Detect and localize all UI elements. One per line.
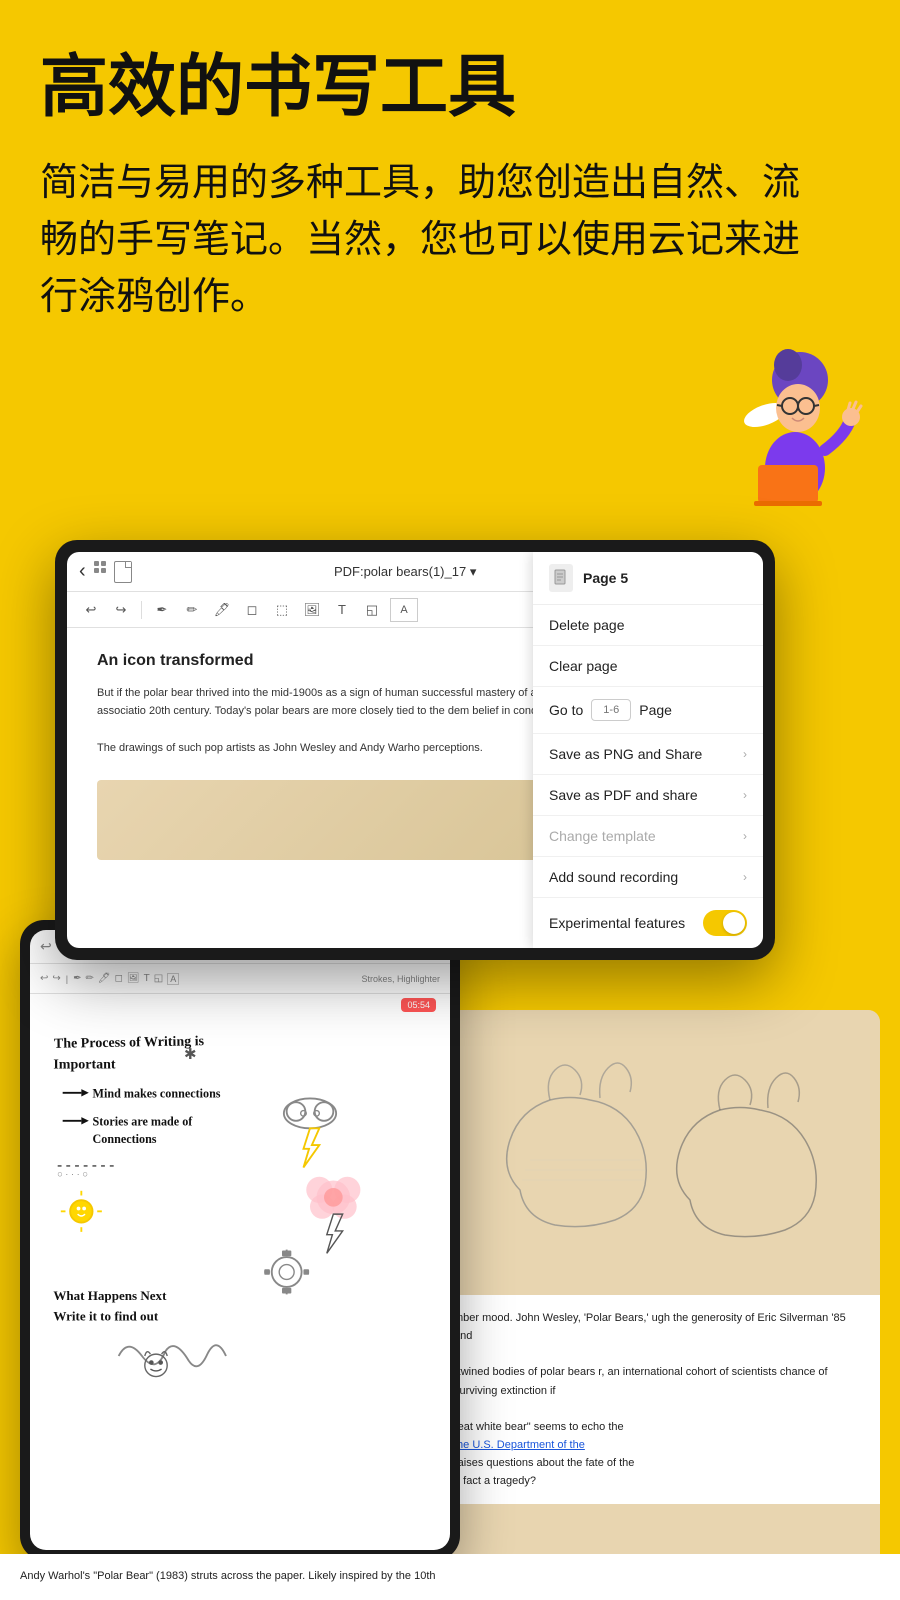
goto-container: Go to Page: [549, 699, 672, 721]
svg-text:Stories are made of: Stories are made of: [93, 1114, 194, 1128]
handwriting-area: The Process of Writing is Important Mind…: [30, 994, 450, 1550]
context-menu: Page 5 Delete page Clear page Go to Page…: [533, 552, 763, 948]
bear-content-area: mber mood. John Wesley, 'Polar Bears,' u…: [440, 1010, 880, 1570]
hero-title: 高效的书写工具: [40, 50, 860, 125]
save-pdf-item[interactable]: Save as PDF and share ›: [533, 775, 763, 816]
chevron-right-icon: ›: [743, 747, 747, 761]
bear-text-content: mber mood. John Wesley, 'Polar Bears,' u…: [440, 1295, 880, 1504]
change-template-label: Change template: [549, 828, 656, 844]
chevron-right-icon3: ›: [743, 829, 747, 843]
small-image[interactable]: 🖼: [127, 973, 140, 984]
svg-text:The Process of Writing is: The Process of Writing is: [54, 1034, 205, 1052]
chevron-right-icon2: ›: [743, 788, 747, 802]
undo-button[interactable]: ↩: [79, 598, 103, 622]
small-drawing-toolbar: ↩ ↪ | ✒ ✏ 🖊 ◻ 🖼 T ◱ A Strokes, Highlight…: [30, 964, 450, 994]
goto-input[interactable]: [591, 699, 631, 721]
goto-label: Go to: [549, 702, 583, 718]
hero-section: 高效的书写工具 简洁与易用的多种工具，助您创造出自然、流畅的手写笔记。当然，您也…: [0, 0, 900, 346]
eraser-button[interactable]: ◻: [240, 598, 264, 622]
svg-text:Mind makes connections: Mind makes connections: [93, 1086, 221, 1100]
small-redo2[interactable]: ↪: [52, 973, 60, 984]
timer-badge: 05:54: [401, 998, 436, 1012]
image-button[interactable]: 🖼: [300, 598, 324, 622]
footer-strip: Andy Warhol's "Polar Bear" (1983) struts…: [0, 1554, 900, 1600]
bear-text1: mber mood. John Wesley, 'Polar Bears,' u…: [454, 1309, 866, 1345]
small-font[interactable]: A: [167, 973, 179, 985]
svg-text:○ · · · ○: ○ · · · ○: [57, 1169, 88, 1179]
tablet-small: ↩ ↪ Document 03-26_6 ▾ ✏️ ⋮ ↩ ↪ | ✒ ✏ 🖊 …: [20, 920, 460, 1560]
character-illustration: [670, 320, 870, 520]
svg-text:What Happens Next: What Happens Next: [53, 1288, 167, 1303]
clear-page-label: Clear page: [549, 658, 618, 674]
svg-text:Connections: Connections: [93, 1132, 157, 1146]
small-shape[interactable]: ◱: [154, 973, 163, 984]
small-textbox[interactable]: T: [144, 973, 150, 984]
save-png-item[interactable]: Save as PNG and Share ›: [533, 734, 763, 775]
svg-text:Write it to find out: Write it to find out: [53, 1309, 159, 1324]
font-button[interactable]: A: [390, 598, 418, 622]
doc-thumb-icon[interactable]: [114, 561, 132, 583]
back-button[interactable]: ‹: [79, 560, 86, 583]
save-pdf-label: Save as PDF and share: [549, 787, 698, 803]
svg-text:Important: Important: [53, 1058, 116, 1073]
pen-tool-button[interactable]: ✒: [150, 598, 174, 622]
department-link[interactable]: the U.S. Department of the: [454, 1439, 585, 1451]
experimental-label: Experimental features: [549, 915, 685, 931]
goto-page-item: Go to Page: [533, 687, 763, 734]
clear-page-item[interactable]: Clear page: [533, 646, 763, 687]
highlighter-button[interactable]: 🖊: [210, 598, 234, 622]
delete-page-label: Delete page: [549, 617, 625, 633]
redo-button[interactable]: ↪: [109, 598, 133, 622]
toggle-knob: [723, 912, 745, 934]
text-box-button[interactable]: T: [330, 598, 354, 622]
small-eraser[interactable]: ◻: [115, 973, 123, 984]
strokes-label: Strokes, Highlighter: [361, 974, 440, 984]
save-png-label: Save as PNG and Share: [549, 746, 702, 762]
toolbar-grid-icons: [94, 561, 132, 583]
experimental-features-item: Experimental features: [533, 898, 763, 948]
menu-header: Page 5: [533, 552, 763, 605]
svg-text:✱: ✱: [184, 1046, 197, 1063]
tablet-main-inner: ‹ PDF:polar bears(1)_17 ▾ 🎤 ✏️ ⋮ ↩ ↪: [67, 552, 763, 948]
small-pen-tool[interactable]: ✒: [73, 973, 81, 984]
delete-page-item[interactable]: Delete page: [533, 605, 763, 646]
small-highlighter[interactable]: 🖊: [98, 973, 111, 984]
page-icon: [549, 564, 573, 592]
tablet-main: ‹ PDF:polar bears(1)_17 ▾ 🎤 ✏️ ⋮ ↩ ↪: [55, 540, 775, 960]
small-undo2[interactable]: ↩: [40, 973, 48, 984]
chevron-right-icon4: ›: [743, 870, 747, 884]
footer-text: Andy Warhol's "Polar Bear" (1983) struts…: [20, 1570, 436, 1582]
add-sound-item[interactable]: Add sound recording ›: [533, 857, 763, 898]
pencil-tool-button[interactable]: ✏: [180, 598, 204, 622]
small-pencil-tool[interactable]: ✏: [86, 973, 94, 984]
small-back-button[interactable]: ↩: [40, 938, 52, 955]
bear-text3: reat white bear" seems to echo the the U…: [454, 1418, 866, 1491]
add-sound-label: Add sound recording: [549, 869, 678, 885]
tablet-small-inner: ↩ ↪ Document 03-26_6 ▾ ✏️ ⋮ ↩ ↪ | ✒ ✏ 🖊 …: [30, 930, 450, 1550]
goto-page-word: Page: [639, 702, 672, 718]
page-title-label: Page 5: [583, 570, 628, 586]
hero-subtitle: 简洁与易用的多种工具，助您创造出自然、流畅的手写笔记。当然，您也可以使用云记来进…: [40, 155, 800, 326]
selection-button[interactable]: ⬚: [270, 598, 294, 622]
experimental-toggle[interactable]: [703, 910, 747, 936]
small-divider: |: [66, 974, 68, 984]
bear-text2: rtwined bodies of polar bears r, an inte…: [454, 1363, 866, 1399]
grid-view-icon[interactable]: [94, 561, 106, 583]
change-template-item[interactable]: Change template ›: [533, 816, 763, 857]
shape-button[interactable]: ◱: [360, 598, 384, 622]
